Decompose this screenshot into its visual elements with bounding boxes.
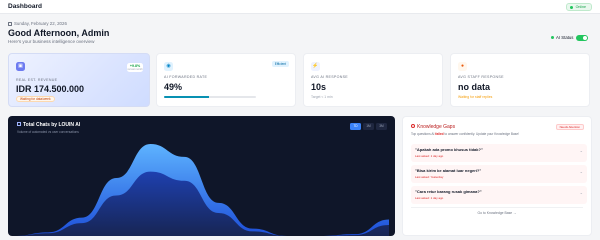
gaps-subtitle: Top questions AI failed to answer confid… — [411, 132, 519, 136]
gap-meta: Last asked: Yesterday — [415, 175, 444, 179]
avg-staff-response-card: ● AVG STAFF RESPONSE no data Waiting for… — [450, 53, 590, 107]
efficient-badge: Efficient — [271, 61, 289, 67]
progress-fill — [164, 96, 210, 98]
avg-staff-value: no data — [458, 82, 491, 92]
ai-status-text: AI Status — [556, 35, 574, 40]
avg-ai-value: 10s — [311, 82, 327, 92]
chart-icon — [17, 122, 21, 127]
gaps-subtitle-post: to answer confidently. Update your Knowl… — [443, 132, 520, 136]
tab-1m[interactable]: 1M — [363, 123, 374, 130]
divider — [411, 207, 583, 208]
revenue-note: Waiting for data/week — [16, 96, 55, 102]
date-text: Sunday, February 22, 2026 — [14, 21, 67, 26]
avg-staff-label: AVG STAFF RESPONSE — [458, 75, 504, 79]
avg-ai-label: AVG AI RESPONSE — [311, 75, 348, 79]
forwarded-value: 49% — [164, 82, 183, 92]
calendar-icon — [8, 21, 12, 26]
user-icon: ● — [458, 62, 467, 71]
revenue-label: REAL EST. REVENUE — [16, 78, 58, 82]
avg-ai-response-card: ⚡ AVG AI RESPONSE 10s Target < 1 min — [303, 53, 443, 107]
current-date: Sunday, February 22, 2026 — [8, 21, 67, 26]
revenue-card: ▣ +9.8% vs last month REAL EST. REVENUE … — [8, 53, 150, 107]
gaps-title: Knowledge Gaps — [411, 124, 455, 130]
chevron-down-icon[interactable]: ⌄ — [580, 190, 583, 195]
chevron-down-icon[interactable]: ⌄ — [580, 148, 583, 153]
chart-title: Total Chats by LOUIN AI — [17, 122, 80, 128]
tab-3m[interactable]: 3M — [376, 123, 387, 130]
trend-caption: vs last month — [127, 68, 143, 71]
lightbulb-icon — [411, 124, 415, 129]
tab-7d[interactable]: 7D — [350, 123, 361, 130]
ai-status-label: AI Status — [551, 35, 573, 40]
top-bar: Dashboard Online — [0, 0, 600, 14]
needs-attention-badge: Needs Attention — [555, 124, 584, 130]
gap-meta: Last asked: 1 day ago — [415, 196, 444, 200]
online-status-badge: Online — [565, 3, 592, 11]
chart-subtitle: Volume of automated vs user conversation… — [17, 130, 79, 134]
gap-item[interactable]: "Apakah ada promo khusus tidak?" Last as… — [411, 144, 587, 162]
gap-question: "Cara retur barang rusak gimana?" — [415, 189, 482, 194]
gap-question: "Bisa kirim ke alamat luar negeri?" — [415, 168, 482, 173]
revenue-value: IDR 174.500.000 — [16, 84, 85, 94]
greeting-subtitle: Here's your business intelligence overvi… — [8, 39, 95, 44]
status-dot-icon — [569, 6, 573, 9]
avg-staff-sub: Waiting for staff replies — [458, 95, 493, 99]
chevron-down-icon[interactable]: ⌄ — [580, 169, 583, 174]
page-title: Dashboard — [8, 3, 42, 10]
gap-meta: Last asked: 1 day ago — [415, 154, 444, 158]
avg-ai-sub: Target < 1 min — [311, 95, 333, 99]
ai-forwarded-card: ◉ Efficient AI FORWARDED RATE 49% — [156, 53, 296, 107]
robot-icon: ◉ — [164, 62, 173, 71]
gaps-subtitle-pre: Top questions AI — [411, 132, 436, 136]
knowledge-gaps-panel: Knowledge Gaps Needs Attention Top quest… — [402, 116, 592, 236]
ai-status-toggle[interactable] — [576, 35, 588, 41]
chart-title-text: Total Chats by LOUIN AI — [23, 122, 81, 128]
gap-item[interactable]: "Bisa kirim ke alamat luar negeri?" Last… — [411, 165, 587, 183]
online-status-label: Online — [575, 5, 586, 9]
gaps-title-text: Knowledge Gaps — [417, 124, 456, 130]
ai-status-dot-icon — [551, 35, 554, 39]
forwarded-label: AI FORWARDED RATE — [164, 75, 208, 79]
wallet-icon: ▣ — [16, 62, 25, 71]
range-tabs: 7D 1M 3M — [350, 123, 387, 130]
knowledge-base-link[interactable]: Go to Knowledge Base → — [403, 211, 591, 215]
revenue-trend-badge: +9.8% vs last month — [127, 63, 143, 72]
greeting-heading: Good Afternoon, Admin — [8, 28, 110, 38]
toggle-knob — [582, 35, 588, 41]
gap-question: "Apakah ada promo khusus tidak?" — [415, 147, 483, 152]
forwarded-progress-bar — [164, 96, 256, 98]
bolt-icon: ⚡ — [311, 62, 320, 71]
total-chats-chart-panel: Total Chats by LOUIN AI Volume of automa… — [8, 116, 395, 236]
area-chart — [14, 144, 389, 236]
gaps-subtitle-bold: failed — [435, 132, 444, 136]
gap-item[interactable]: "Cara retur barang rusak gimana?" Last a… — [411, 186, 587, 204]
